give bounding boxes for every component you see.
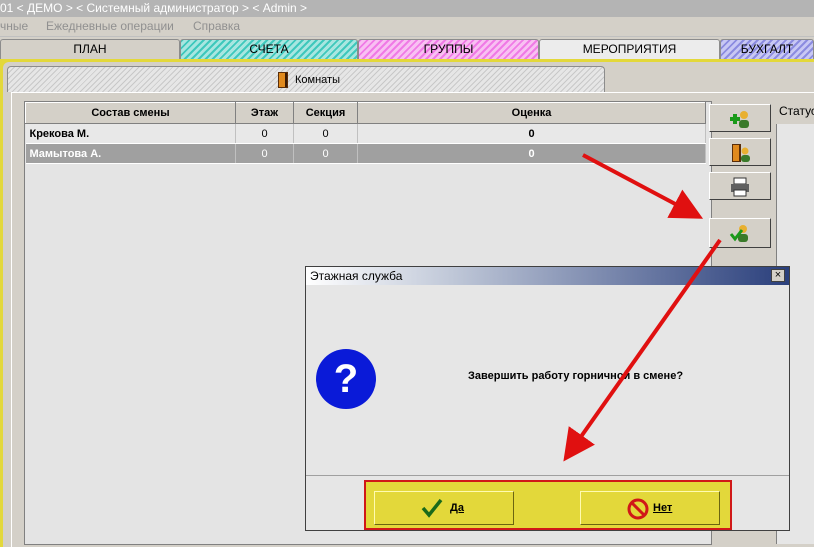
add-maid-button[interactable] xyxy=(709,104,771,132)
menu-bar: чные Ежедневные операции Справка xyxy=(0,17,814,37)
table-row-selected[interactable]: Мамытова А. 0 0 0 xyxy=(25,143,706,164)
cell-floor: 0 xyxy=(235,123,294,144)
cell-section: 0 xyxy=(293,123,358,144)
assign-rooms-button[interactable] xyxy=(709,138,771,166)
menu-item-help[interactable]: Справка xyxy=(193,19,240,33)
add-user-icon xyxy=(730,111,749,128)
menu-item-spravochnye[interactable]: чные xyxy=(0,19,28,33)
col-header-staff[interactable]: Состав смены xyxy=(25,102,236,124)
dialog-titlebar: Этажная служба × xyxy=(306,267,789,285)
print-button[interactable] xyxy=(709,172,771,200)
tab-gruppy[interactable]: ГРУППЫ xyxy=(358,39,539,59)
table-row[interactable]: Крекова М. 0 0 0 xyxy=(25,123,706,144)
tab-plan[interactable]: ПЛАН xyxy=(0,39,180,59)
cell-score: 0 xyxy=(357,143,706,164)
finish-shift-button[interactable] xyxy=(709,218,771,248)
col-header-floor[interactable]: Этаж xyxy=(235,102,294,124)
cell-staff-name: Крекова М. xyxy=(25,123,236,144)
no-button[interactable]: Нет xyxy=(580,491,720,525)
grid-header-row: Состав смены Этаж Секция Оценка xyxy=(25,102,706,124)
user-check-icon xyxy=(729,225,748,242)
cell-score: 0 xyxy=(357,123,706,144)
dialog-button-bar: Да Нет xyxy=(364,480,732,530)
cell-floor: 0 xyxy=(235,143,294,164)
tab-scheta[interactable]: СЧЕТА xyxy=(180,39,358,59)
tab-buhgalteriya[interactable]: БУХГАЛТ xyxy=(720,39,814,59)
question-icon: ? xyxy=(316,349,376,409)
status-header: Статус xyxy=(779,104,814,118)
subtab-komnaty[interactable]: Комнаты xyxy=(7,66,605,92)
window-title: 01 < ДЕМО > < Системный администратор > … xyxy=(0,0,814,17)
main-tabs: ПЛАН СЧЕТА ГРУППЫ МЕРОПРИЯТИЯ БУХГАЛТ xyxy=(0,37,814,59)
dialog-message: Завершить работу горничной в смене? xyxy=(468,370,684,382)
col-header-section[interactable]: Секция xyxy=(293,102,358,124)
cell-section: 0 xyxy=(293,143,358,164)
close-icon[interactable]: × xyxy=(771,269,785,282)
dialog-separator xyxy=(306,475,789,476)
dialog-title: Этажная служба xyxy=(310,269,403,283)
no-entry-icon xyxy=(627,498,649,520)
user-door-icon xyxy=(732,144,750,162)
no-label: Нет xyxy=(653,502,673,514)
checkmark-icon xyxy=(421,498,443,518)
menu-item-daily-ops[interactable]: Ежедневные операции xyxy=(46,19,174,33)
confirm-dialog: Этажная служба × ? Завершить работу горн… xyxy=(305,266,790,531)
col-header-score[interactable]: Оценка xyxy=(357,102,706,124)
yes-button[interactable]: Да xyxy=(374,491,514,525)
tab-meropriyatiya[interactable]: МЕРОПРИЯТИЯ xyxy=(539,39,720,59)
yes-label: Да xyxy=(450,502,464,514)
cell-staff-name: Мамытова А. xyxy=(25,143,236,164)
svg-text:?: ? xyxy=(334,357,358,401)
printer-icon xyxy=(731,177,749,197)
door-icon xyxy=(278,72,288,88)
subtab-label: Комнаты xyxy=(295,74,340,86)
